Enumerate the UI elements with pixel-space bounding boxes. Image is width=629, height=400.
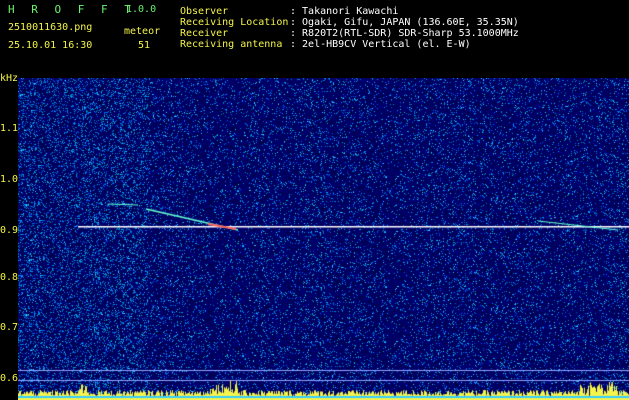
spectrogram-plot xyxy=(18,78,629,400)
y-tick-label: 0.9 xyxy=(0,225,19,236)
antenna-label: Receiving antenna xyxy=(180,39,283,50)
app-title: H R O F F T xyxy=(8,3,136,16)
type-label: meteor xyxy=(124,26,161,37)
y-tick-label: 1.0 xyxy=(0,174,19,185)
file-name: 2510011630.png xyxy=(8,22,93,33)
antenna-value: : 2el-HB9CV Vertical (el. E-W) xyxy=(290,39,471,50)
hrofft-window: H R O F F T 1.0.0 2510011630.png meteor … xyxy=(0,0,629,400)
y-tick-label: 0.7 xyxy=(0,322,19,333)
y-axis-unit: kHz xyxy=(0,73,19,84)
meteor-count: 51 xyxy=(138,40,151,51)
y-tick-label: 0.6 xyxy=(0,373,19,384)
app-version: 1.0.0 xyxy=(126,4,157,15)
timestamp: 25.10.01 16:30 xyxy=(8,40,93,51)
y-tick-label: 1.1 xyxy=(0,123,19,134)
y-tick-label: 0.8 xyxy=(0,272,19,283)
spectrogram-canvas xyxy=(18,78,629,400)
